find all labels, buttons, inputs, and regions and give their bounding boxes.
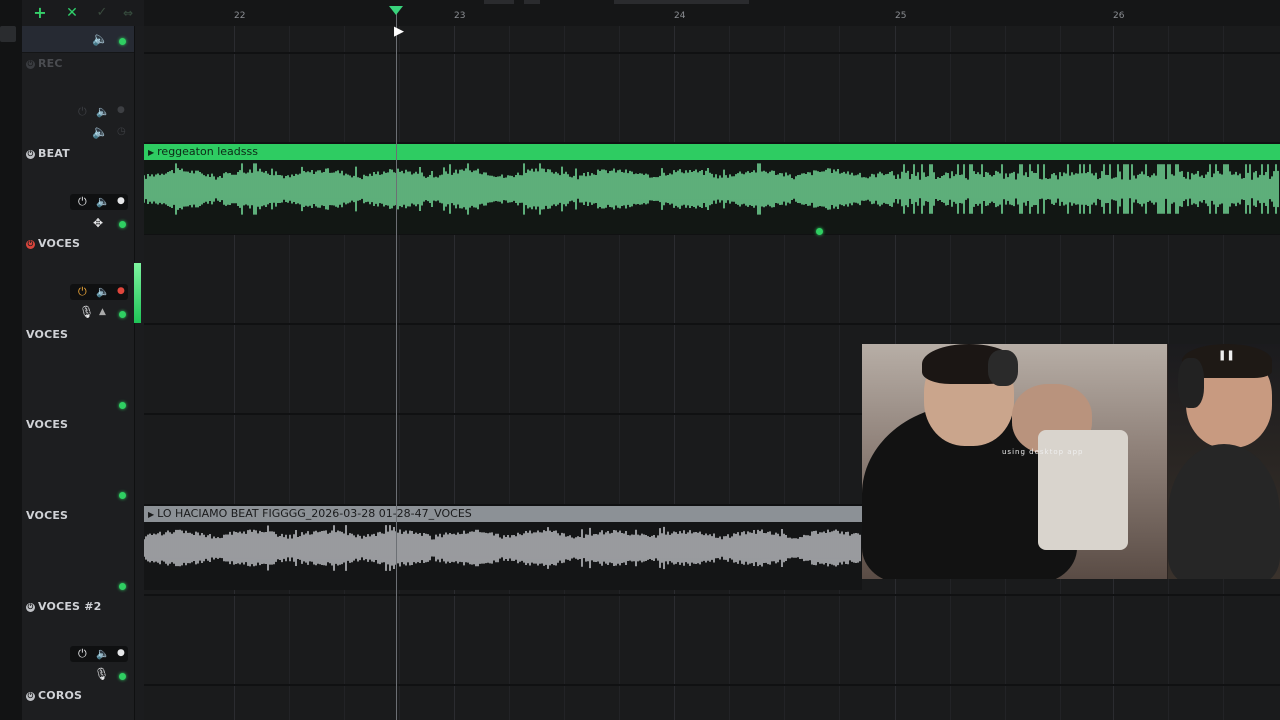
track-voces[interactable]: VOCES <box>22 325 134 415</box>
power-icon[interactable]: ⏻ <box>78 285 87 299</box>
level-meter <box>134 263 141 323</box>
speaker-icon[interactable]: 🔈 <box>96 647 110 660</box>
power-icon[interactable]: ⏻ <box>78 647 87 661</box>
headphones-icon <box>988 350 1018 386</box>
edge-handle[interactable] <box>0 26 16 42</box>
clip-play-icon: ▶ <box>148 510 155 519</box>
record-dot-icon[interactable]: ● <box>117 286 125 296</box>
track-rec[interactable]: ⏻ REC ⏻ 🔈 ● 🔈 ◷ <box>22 53 134 143</box>
ruler-tick-label: 26 <box>1113 11 1125 21</box>
speaker-icon[interactable]: 🔈 <box>96 285 110 298</box>
ruler-scroll-segment <box>524 0 540 4</box>
mouse-cursor-icon: ▶ <box>394 24 404 39</box>
speaker-icon[interactable]: 🔈 <box>96 105 110 118</box>
power-icon[interactable]: ⏻ <box>26 603 35 612</box>
monitor-led[interactable] <box>119 402 126 409</box>
track-name: VOCES <box>26 418 69 431</box>
playhead-line <box>396 10 397 720</box>
speaker-icon[interactable]: 🔈 <box>96 195 110 208</box>
track-name: VOCES <box>26 328 69 341</box>
webcam-overlay: using desktop app ❚❚ <box>862 344 1280 579</box>
power-icon[interactable]: ⏻ <box>26 150 35 159</box>
playhead-marker[interactable] <box>389 6 403 15</box>
monitor-led[interactable] <box>119 221 126 228</box>
vocal-audio-clip[interactable]: ▶ LO HACIAMO BEAT FIGGGG_2026-03-28 01-28… <box>144 506 862 590</box>
track-name: REC <box>38 57 63 70</box>
power-icon[interactable]: ⏻ <box>26 240 35 249</box>
webcam-left-feed: using desktop app <box>862 344 1167 579</box>
header-toolbar: + ✕ ✓ ⇔ <box>22 0 144 26</box>
record-dot-icon[interactable]: ● <box>117 196 125 206</box>
clip-play-icon: ▶ <box>148 148 155 157</box>
ruler-tick-label: 25 <box>895 11 907 21</box>
microphone-icon[interactable]: 🎙 <box>79 305 94 319</box>
monitor-led[interactable] <box>119 492 126 499</box>
track-coros[interactable]: ⏻ COROS <box>22 687 134 720</box>
move-icon[interactable]: ✥ <box>93 216 103 230</box>
vocal-waveform <box>144 525 861 571</box>
track-voces-2[interactable]: ⏻ VOCES #2 ⏻ 🔈 ● 🎙 <box>22 597 134 687</box>
track-voces[interactable]: VOCES <box>22 416 134 506</box>
track-name: VOCES <box>38 237 81 250</box>
track-beat[interactable]: ⏻ BEAT ⏻ 🔈 ● ✥ <box>22 144 134 234</box>
ruler-tick-label: 24 <box>674 11 686 21</box>
confirm-button[interactable]: ✓ <box>92 3 112 23</box>
microphone-icon[interactable]: 🎙 <box>94 667 109 681</box>
pause-icon: ❚❚ <box>1218 350 1235 361</box>
clip-label: reggeaton leadsss <box>157 145 258 158</box>
track-name: VOCES #2 <box>38 600 102 613</box>
headphones-icon <box>1178 358 1204 408</box>
ruler-tick-label: 23 <box>454 11 466 21</box>
webcam-right-feed: ❚❚ <box>1168 344 1280 579</box>
track-name: VOCES <box>26 509 69 522</box>
ruler-scroll-segment <box>614 0 749 4</box>
arrow-up-icon[interactable]: ▲ <box>99 307 106 317</box>
monitor-led[interactable] <box>119 311 126 318</box>
record-dot-icon[interactable]: ● <box>117 648 125 658</box>
close-button[interactable]: ✕ <box>62 3 82 23</box>
monitor-led[interactable] <box>119 583 126 590</box>
person-shirt <box>1168 444 1280 579</box>
track-voces-armed[interactable]: ⏻ VOCES ⏻ 🔈 ● 🎙 ▲ <box>22 235 141 325</box>
power-icon[interactable]: ⏻ <box>26 60 35 69</box>
record-dot-icon[interactable]: ● <box>117 105 125 115</box>
track-name: COROS <box>38 689 83 702</box>
ruler-scroll-segment <box>484 0 514 4</box>
track-name: BEAT <box>38 147 70 160</box>
waveform-path <box>144 163 1279 215</box>
power-icon[interactable]: ⏻ <box>78 105 87 119</box>
beat-audio-clip[interactable]: ▶ reggeaton leadsss <box>144 144 1280 235</box>
power-icon[interactable]: ⏻ <box>78 195 87 209</box>
track-row-top[interactable]: 🔈 <box>22 26 134 52</box>
left-edge-strip <box>0 0 22 720</box>
clip-marker-dot[interactable] <box>816 228 823 235</box>
monitor-led[interactable] <box>119 38 126 45</box>
ruler-tick-label: 22 <box>234 11 246 21</box>
power-icon[interactable]: ⏻ <box>26 692 35 701</box>
track-voces[interactable]: VOCES <box>22 506 134 596</box>
speaker-icon[interactable]: 🔈 <box>92 125 108 140</box>
link-button[interactable]: ⇔ <box>118 3 138 23</box>
waveform-path <box>144 525 861 571</box>
timeline-ruler[interactable]: 22 23 24 25 26 <box>144 0 1280 27</box>
overlay-caption: using desktop app <box>1002 448 1084 456</box>
clip-label: LO HACIAMO BEAT FIGGGG_2026-03-28 01-28-… <box>157 507 472 520</box>
add-track-button[interactable]: + <box>30 3 50 23</box>
monitor-led[interactable] <box>119 673 126 680</box>
speaker-icon[interactable]: 🔈 <box>92 32 108 47</box>
beat-waveform <box>144 163 1279 215</box>
clock-icon[interactable]: ◷ <box>117 126 126 137</box>
